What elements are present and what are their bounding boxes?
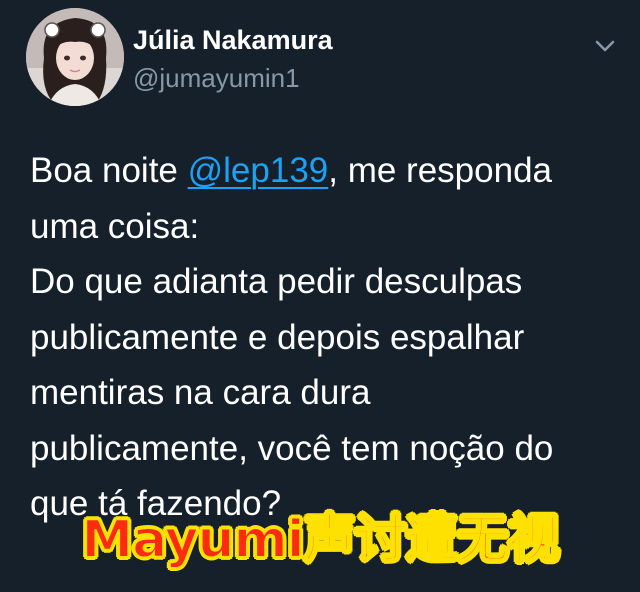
tweet-text-start: Boa noite xyxy=(30,151,188,190)
tweet-card: Júlia Nakamura @jumayumin1 Boa noite @le… xyxy=(0,0,640,592)
avatar[interactable] xyxy=(26,8,124,106)
chevron-down-icon[interactable] xyxy=(590,36,620,56)
display-name[interactable]: Júlia Nakamura xyxy=(133,23,333,57)
user-handle[interactable]: @jumayumin1 xyxy=(133,62,300,94)
overlay-caption: Mayumi声讨遭无视 xyxy=(80,509,560,571)
tweet-text-rest: , me responda uma coisa: Do que adianta … xyxy=(30,151,554,523)
mention-link[interactable]: @lep139 xyxy=(188,151,329,190)
tweet-text: Boa noite @lep139, me responda uma coisa… xyxy=(30,143,630,532)
